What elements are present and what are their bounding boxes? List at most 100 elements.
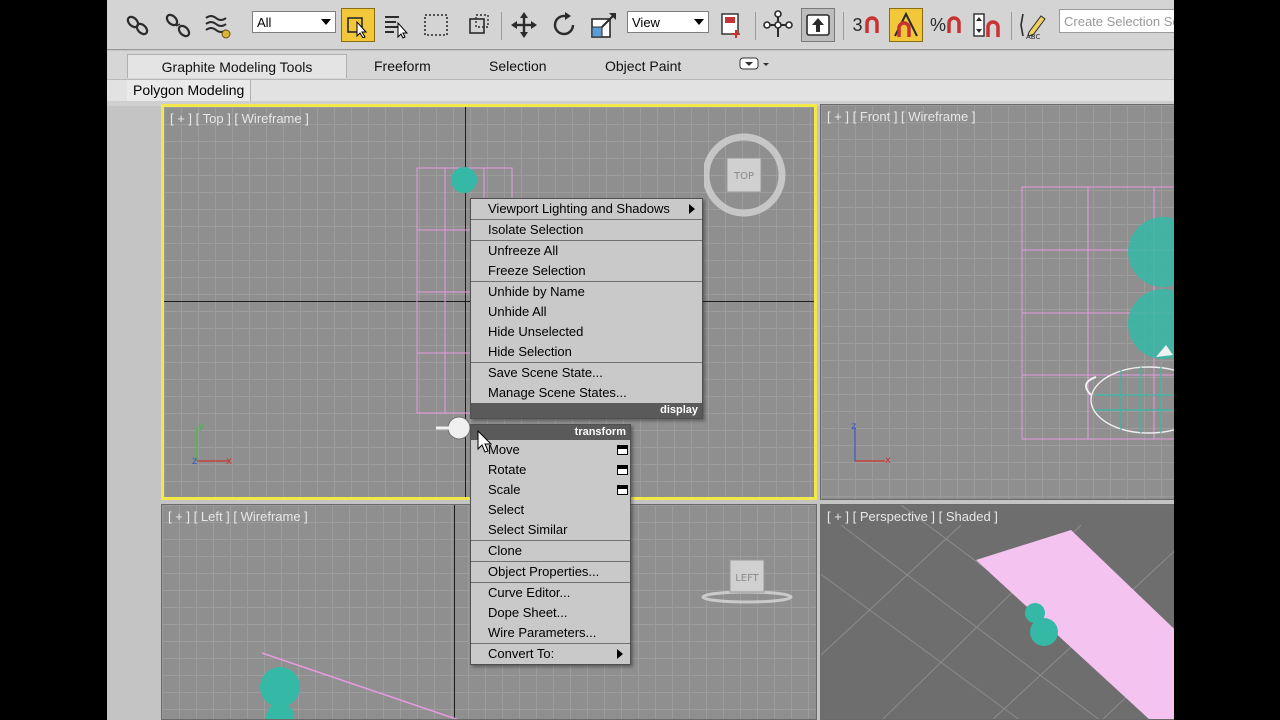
percent-label: % (929, 14, 946, 35)
menu-item-freeze-selection[interactable]: Freeze Selection (471, 261, 702, 281)
ribbon-options-button[interactable] (739, 57, 773, 73)
snaps-toggle-icon[interactable]: 3 (849, 8, 883, 42)
reference-coordinate-dropdown[interactable]: View (627, 11, 709, 33)
menu-item-object-properties[interactable]: Object Properties... (471, 562, 630, 582)
quad-menu-header: transform (471, 425, 630, 440)
menu-item-label: Isolate Selection (488, 222, 584, 237)
named-selection-placeholder: Create Selection Se (1064, 14, 1174, 29)
spinner-snap-icon[interactable] (969, 8, 1003, 42)
menu-item-label: Clone (488, 543, 522, 558)
snap-dimension-label: 3 (852, 14, 863, 35)
tab-selection[interactable]: Selection (479, 54, 557, 78)
svg-text:ABC: ABC (1026, 33, 1040, 40)
svg-text:x: x (885, 455, 891, 466)
toolbar-separator (755, 12, 756, 40)
menu-item-clone[interactable]: Clone (471, 541, 630, 561)
viewcube-left[interactable]: LEFT (697, 555, 797, 607)
menu-item-label: Scale (488, 482, 521, 497)
menu-item-label: Select (488, 502, 525, 517)
menu-item-label: Unhide by Name (488, 284, 585, 299)
submenu-arrow-icon (689, 204, 695, 214)
reference-coordinate-value: View (632, 15, 660, 30)
ribbon-tabs: Graphite Modeling Tools Freeform Selecti… (107, 51, 1174, 79)
named-selection-input[interactable]: Create Selection Se (1059, 9, 1174, 33)
options-box-icon[interactable] (617, 445, 628, 455)
menu-item-dope-sheet[interactable]: Dope Sheet... (471, 603, 630, 623)
viewport-label[interactable]: [ + ] [ Perspective ] [ Shaded ] (827, 509, 998, 524)
select-and-link-icon[interactable] (121, 8, 155, 42)
tab-label: Selection (489, 58, 547, 74)
quad-menu-display: Viewport Lighting and Shadows Isolate Se… (470, 198, 703, 419)
viewcube-face-label: TOP (733, 171, 754, 182)
main-toolbar: All View 3 % ABC Create Selection Se (107, 0, 1174, 50)
menu-item-unfreeze-all[interactable]: Unfreeze All (471, 241, 702, 261)
window-crossing-icon[interactable] (463, 8, 497, 42)
selection-filter-dropdown[interactable]: All (252, 11, 336, 33)
menu-item-manage-scene-states[interactable]: Manage Scene States... (471, 383, 702, 403)
options-box-icon[interactable] (617, 485, 628, 495)
tab-polygon-modeling[interactable]: Polygon Modeling (127, 80, 252, 102)
scale-icon[interactable] (587, 8, 621, 42)
edit-named-selection-icon[interactable]: ABC (1017, 8, 1051, 42)
menu-item-isolate-selection[interactable]: Isolate Selection (471, 220, 702, 240)
pivot-icon[interactable] (715, 8, 749, 42)
percent-snap-icon[interactable]: % (929, 8, 963, 42)
tab-object-paint[interactable]: Object Paint (595, 54, 691, 78)
menu-item-select-similar[interactable]: Select Similar (471, 520, 630, 540)
select-by-name-icon[interactable] (379, 8, 413, 42)
quad-menu-transform: transform Move Rotate Scale Select Selec… (470, 424, 631, 665)
menu-item-curve-editor[interactable]: Curve Editor... (471, 583, 630, 603)
front-viewport-wireframe: z x (851, 186, 1174, 466)
menu-item-label: Convert To: (488, 646, 555, 661)
tab-graphite-modeling-tools[interactable]: Graphite Modeling Tools (127, 54, 347, 78)
menu-item-rotate[interactable]: Rotate (471, 460, 630, 480)
menu-item-label: Viewport Lighting and Shadows (488, 201, 670, 216)
menu-item-label: Freeze Selection (488, 263, 586, 278)
chevron-down-icon (694, 19, 704, 25)
menu-item-move[interactable]: Move (471, 440, 630, 460)
menu-item-label: Unhide All (488, 304, 547, 319)
left-letterbox (0, 0, 107, 720)
unlink-icon[interactable] (161, 8, 195, 42)
app-window: All View 3 % ABC Create Selection Se Gra… (107, 0, 1174, 720)
chevron-down-icon (321, 19, 331, 25)
viewport-front[interactable]: [ + ] [ Front ] [ Wireframe ] z x (820, 104, 1174, 500)
svg-text:x: x (226, 456, 232, 467)
svg-text:z: z (192, 456, 197, 467)
tab-label: Freeform (374, 58, 431, 74)
menu-item-scale[interactable]: Scale (471, 480, 630, 500)
selection-filter-value: All (257, 15, 272, 30)
menu-item-label: Curve Editor... (488, 585, 571, 600)
rect-selection-icon[interactable] (419, 8, 453, 42)
manipulate-icon[interactable] (761, 8, 795, 42)
menu-item-label: Hide Unselected (488, 324, 584, 339)
angle-snap-icon[interactable] (889, 8, 923, 42)
menu-item-save-scene-state[interactable]: Save Scene State... (471, 363, 702, 383)
menu-item-label: Object Properties... (488, 564, 600, 579)
menu-item-convert-to[interactable]: Convert To: (471, 644, 630, 664)
options-box-icon[interactable] (617, 465, 628, 475)
menu-item-unhide-by-name[interactable]: Unhide by Name (471, 282, 702, 302)
menu-item-hide-unselected[interactable]: Hide Unselected (471, 322, 702, 342)
menu-item-viewport-lighting[interactable]: Viewport Lighting and Shadows (471, 199, 702, 219)
menu-item-unhide-all[interactable]: Unhide All (471, 302, 702, 322)
svg-text:z: z (851, 421, 856, 432)
menu-item-select[interactable]: Select (471, 500, 630, 520)
right-letterbox (1174, 0, 1280, 720)
menu-item-hide-selection[interactable]: Hide Selection (471, 342, 702, 362)
rotate-icon[interactable] (547, 8, 581, 42)
select-object-icon[interactable] (341, 8, 375, 42)
perspective-grid (821, 505, 1174, 719)
bind-spacewarp-icon[interactable] (201, 8, 235, 42)
viewcube-top[interactable]: TOP (704, 133, 790, 219)
tab-freeform[interactable]: Freeform (364, 54, 441, 78)
menu-item-label: Hide Selection (488, 344, 572, 359)
menu-item-label: Select Similar (488, 522, 568, 537)
move-icon[interactable] (507, 8, 541, 42)
menu-item-wire-parameters[interactable]: Wire Parameters... (471, 623, 630, 643)
menu-item-label: Wire Parameters... (488, 625, 597, 640)
submenu-arrow-icon (617, 649, 623, 659)
keyboard-shortcut-icon[interactable] (801, 8, 835, 42)
viewport-perspective[interactable]: [ + ] [ Perspective ] [ Shaded ] (820, 504, 1174, 720)
toolbar-separator (1011, 12, 1012, 40)
